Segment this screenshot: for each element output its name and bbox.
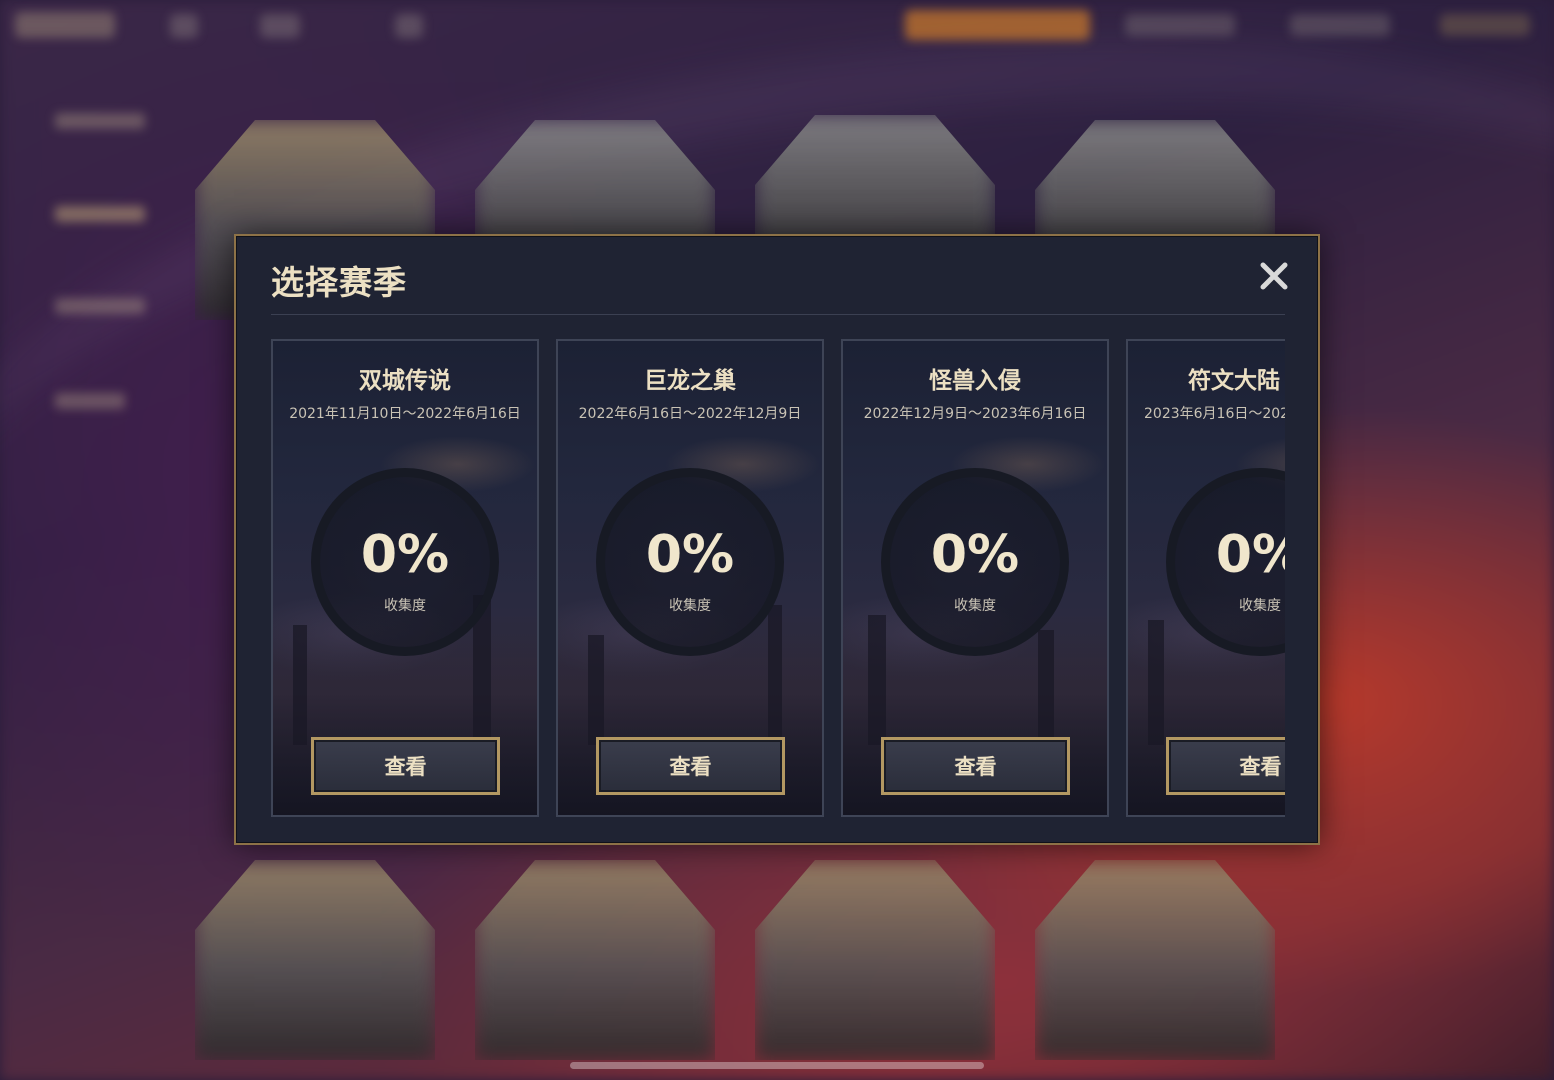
- collection-progress-ring: 0% 收集度: [596, 468, 784, 656]
- home-indicator[interactable]: [570, 1062, 984, 1069]
- season-name: 双城传说: [359, 368, 451, 394]
- collection-progress-label: 收集度: [954, 598, 996, 614]
- collection-progress-ring: 0% 收集度: [881, 468, 1069, 656]
- season-name: 怪兽入侵: [929, 368, 1021, 394]
- collection-progress-value: 0%: [930, 525, 1020, 585]
- view-button[interactable]: 查看: [311, 737, 500, 795]
- season-card[interactable]: 巨龙之巢 2022年6月16日～2022年12月9日 0% 收集度 查看: [556, 339, 824, 817]
- collection-progress-value: 0%: [360, 525, 450, 585]
- collection-progress-label: 收集度: [669, 598, 711, 614]
- view-button[interactable]: 查看: [596, 737, 785, 795]
- season-dates: 2022年12月9日～2023年6月16日: [863, 406, 1087, 422]
- collection-progress-value: 0%: [1215, 525, 1285, 585]
- season-dates: 2023年6月16日～202: [1144, 406, 1285, 422]
- season-card[interactable]: 双城传说 2021年11月10日～2022年6月16日 0% 收集度 查看: [271, 339, 539, 817]
- season-card[interactable]: 符文大陆 2023年6月16日～202 0% 收集度 查看: [1126, 339, 1285, 817]
- close-icon: [1260, 262, 1288, 290]
- background-tile: [755, 860, 995, 1060]
- background-tile: [1035, 860, 1275, 1060]
- season-select-modal: 选择赛季 双城传说 2021年11月10日～2022年6月16日 0% 收集度 …: [234, 234, 1320, 845]
- collection-progress-value: 0%: [645, 525, 735, 585]
- collection-progress-ring: 0% 收集度: [311, 468, 499, 656]
- collection-progress-label: 收集度: [1239, 598, 1281, 614]
- close-button[interactable]: [1254, 256, 1294, 296]
- background-topbar: [0, 0, 1554, 50]
- season-dates: 2021年11月10日～2022年6月16日: [289, 406, 521, 422]
- collection-progress-label: 收集度: [384, 598, 426, 614]
- season-name: 巨龙之巢: [644, 368, 736, 394]
- season-name: 符文大陆: [1188, 368, 1280, 394]
- season-card[interactable]: 怪兽入侵 2022年12月9日～2023年6月16日 0% 收集度 查看: [841, 339, 1109, 817]
- view-button[interactable]: 查看: [881, 737, 1070, 795]
- title-divider: [271, 314, 1285, 315]
- view-button[interactable]: 查看: [1166, 737, 1285, 795]
- background-tile: [195, 860, 435, 1060]
- season-dates: 2022年6月16日～2022年12月9日: [578, 406, 802, 422]
- background-tile: [475, 860, 715, 1060]
- modal-title: 选择赛季: [271, 263, 407, 302]
- season-card-list[interactable]: 双城传说 2021年11月10日～2022年6月16日 0% 收集度 查看 巨龙…: [271, 339, 1285, 817]
